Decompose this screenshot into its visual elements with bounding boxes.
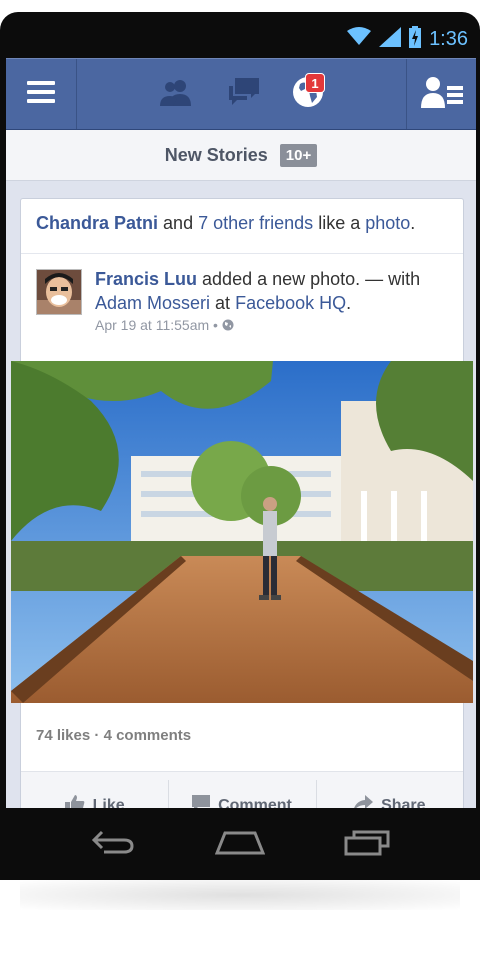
card-divider [21, 253, 463, 254]
liker-suffix-text: like a [318, 213, 361, 233]
top-navbar: 1 [6, 58, 476, 130]
nav-separator [76, 59, 77, 129]
friend-requests-icon [159, 78, 193, 111]
comment-button[interactable]: Comment [168, 772, 315, 808]
period-text: . [346, 293, 352, 313]
status-bar: 1:36 [0, 12, 480, 58]
stats-separator: · [94, 727, 100, 744]
meta-separator: • [213, 317, 218, 333]
liker-and-text: and [163, 213, 194, 233]
home-icon[interactable] [214, 829, 266, 860]
place-link[interactable]: Facebook HQ [235, 293, 346, 313]
comments-count[interactable]: 4 comments [104, 727, 192, 744]
share-arrow-icon [353, 794, 374, 808]
tagged-friend-link[interactable]: Adam Mosseri [95, 293, 210, 313]
recent-apps-icon[interactable] [344, 828, 390, 861]
status-time: 1:36 [429, 28, 468, 50]
thumbs-up-icon [64, 794, 85, 808]
post-meta: Apr 19 at 11:55am • [95, 317, 234, 333]
wifi-icon [347, 27, 372, 52]
notification-badge: 1 [305, 73, 325, 93]
share-button[interactable]: Share [315, 772, 463, 808]
new-stories-count: 10+ [279, 143, 318, 167]
post-action-text: added a new photo. — with [202, 269, 421, 289]
phone-shadow [20, 880, 460, 910]
story-header: Chandra Patni and 7 other friends like a… [36, 213, 415, 234]
likes-count[interactable]: 74 likes [36, 727, 90, 744]
comment-icon [192, 794, 211, 808]
notifications-button[interactable] [283, 59, 333, 129]
post-text: Francis Luu added a new photo. — with Ad… [95, 267, 445, 315]
other-friends-link[interactable]: 7 other friends [198, 213, 313, 233]
post-stats: 74 likes · 4 comments [36, 727, 191, 744]
story-card: Chandra Patni and 7 other friends like a… [11, 198, 473, 808]
android-nav-bar [0, 808, 480, 880]
period-text: . [410, 213, 416, 233]
at-text: at [215, 293, 231, 313]
post-timestamp[interactable]: Apr 19 at 11:55am [95, 317, 209, 333]
public-globe-icon [222, 317, 234, 333]
phone-frame: 1:36 1 New Stories 10+ Chandra Patni and… [0, 12, 480, 880]
friends-list-button[interactable] [407, 59, 476, 129]
share-label: Share [381, 797, 426, 808]
comment-label: Comment [218, 797, 292, 808]
messages-button[interactable] [219, 59, 269, 129]
friends-list-icon [420, 76, 463, 113]
post-photo[interactable] [11, 361, 473, 703]
like-label: Like [92, 797, 125, 808]
like-button[interactable]: Like [21, 772, 168, 808]
back-icon[interactable] [90, 828, 136, 861]
new-stories-bar[interactable]: New Stories 10+ [6, 130, 476, 181]
menu-icon [27, 80, 55, 109]
battery-icon [409, 26, 422, 53]
friend-requests-button[interactable] [151, 59, 201, 129]
new-stories-label: New Stories [164, 144, 268, 165]
author-name-link[interactable]: Francis Luu [95, 269, 197, 289]
author-avatar[interactable] [36, 269, 82, 315]
menu-button[interactable] [6, 59, 76, 129]
photo-link[interactable]: photo [365, 213, 410, 233]
app-screen: 1 New Stories 10+ Chandra Patni and 7 ot… [6, 58, 476, 808]
liker-name-link[interactable]: Chandra Patni [36, 213, 158, 233]
messages-icon [227, 77, 261, 111]
signal-icon [379, 27, 402, 52]
post-actions: Like Comment Share [21, 771, 463, 808]
